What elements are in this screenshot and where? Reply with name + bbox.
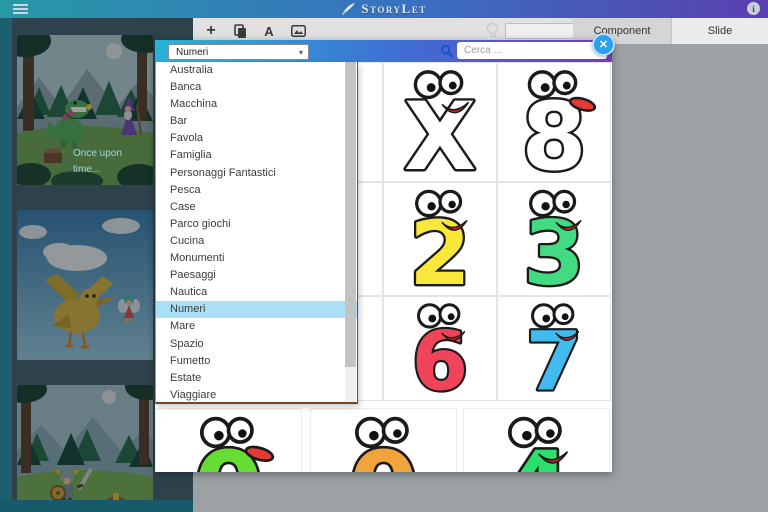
app-root: StoryLet i + A Component xyxy=(0,0,768,512)
clipart-modal: X82367004 Numeri ▾ AustraliaBancaMacchin… xyxy=(155,40,612,472)
clipart-item[interactable]: X xyxy=(383,62,497,182)
clipart-item[interactable]: 7 xyxy=(497,296,611,401)
image-tool-icon[interactable] xyxy=(290,22,306,40)
clipart-item[interactable]: 0 xyxy=(310,408,457,472)
category-select-value: Numeri xyxy=(169,47,299,58)
caret-down-icon: ▾ xyxy=(299,48,308,57)
svg-text:6: 6 xyxy=(412,315,469,400)
sidebar-footer xyxy=(0,500,193,512)
slide-thumbnail-dinosaur-wizard[interactable]: Once upon time... xyxy=(17,35,153,185)
search-input[interactable] xyxy=(457,42,607,59)
category-option[interactable]: Bar xyxy=(156,113,357,130)
category-option[interactable]: Macchina xyxy=(156,96,357,113)
category-option[interactable]: Spazio xyxy=(156,336,357,353)
svg-text:X: X xyxy=(404,83,476,181)
svg-text:2: 2 xyxy=(409,202,471,295)
category-option[interactable]: Estate xyxy=(156,370,357,387)
info-icon[interactable]: i xyxy=(747,2,760,15)
category-option[interactable]: Favola xyxy=(156,130,357,147)
clipart-item[interactable]: 0 xyxy=(155,408,302,472)
category-dropdown: AustraliaBancaMacchinaBarFavolaFamigliaP… xyxy=(155,62,358,404)
category-option[interactable]: Fumetto xyxy=(156,353,357,370)
category-option[interactable]: Australia xyxy=(156,62,357,79)
svg-text:7: 7 xyxy=(526,315,583,400)
add-button[interactable]: + xyxy=(203,22,219,40)
top-bar: StoryLet i xyxy=(0,0,768,18)
clipart-item[interactable]: 8 xyxy=(497,62,611,182)
category-option[interactable]: Parco giochi xyxy=(156,216,357,233)
svg-text:3: 3 xyxy=(523,202,585,295)
clipart-item[interactable]: 6 xyxy=(383,296,497,401)
category-option[interactable]: Cucina xyxy=(156,233,357,250)
category-option[interactable]: Nautica xyxy=(156,284,357,301)
modal-header: Numeri ▾ xyxy=(155,40,612,62)
category-option[interactable]: Banca xyxy=(156,79,357,96)
tab-slide[interactable]: Slide xyxy=(671,18,768,44)
clipart-item[interactable]: 4 xyxy=(463,408,610,472)
hint-lightbulb-icon[interactable] xyxy=(487,23,499,39)
category-option[interactable]: Case xyxy=(156,199,357,216)
clipart-item[interactable]: 3 xyxy=(497,182,611,296)
search-icon xyxy=(440,44,453,57)
slide-thumbnail-bird-fairy[interactable] xyxy=(17,210,153,360)
app-logo: StoryLet xyxy=(0,0,768,18)
app-title: StoryLet xyxy=(361,1,426,17)
duplicate-icon[interactable] xyxy=(232,22,248,40)
slide-caption: Once upon time... xyxy=(73,146,145,177)
clipart-item[interactable]: 2 xyxy=(383,182,497,296)
text-tool-button[interactable]: A xyxy=(261,22,277,40)
category-select[interactable]: Numeri ▾ xyxy=(168,44,309,60)
category-option[interactable]: Viaggiare xyxy=(156,387,357,404)
category-option[interactable]: Famiglia xyxy=(156,147,357,164)
close-modal-button[interactable]: ✕ xyxy=(592,33,615,56)
sidebar-rail xyxy=(0,18,12,512)
category-option[interactable]: Mare xyxy=(156,318,357,335)
category-option[interactable]: Monumenti xyxy=(156,250,357,267)
slide-thumbnail-knight-treasure[interactable] xyxy=(17,385,153,500)
category-option[interactable]: Paesaggi xyxy=(156,267,357,284)
category-dropdown-list: AustraliaBancaMacchinaBarFavolaFamigliaP… xyxy=(156,62,357,404)
quill-icon xyxy=(341,2,357,16)
category-option[interactable]: Pesca xyxy=(156,182,357,199)
dropdown-scrollbar[interactable] xyxy=(345,62,356,402)
category-option-selected[interactable]: Numeri xyxy=(156,301,357,318)
category-option[interactable]: Personaggi Fantastici xyxy=(156,165,357,182)
